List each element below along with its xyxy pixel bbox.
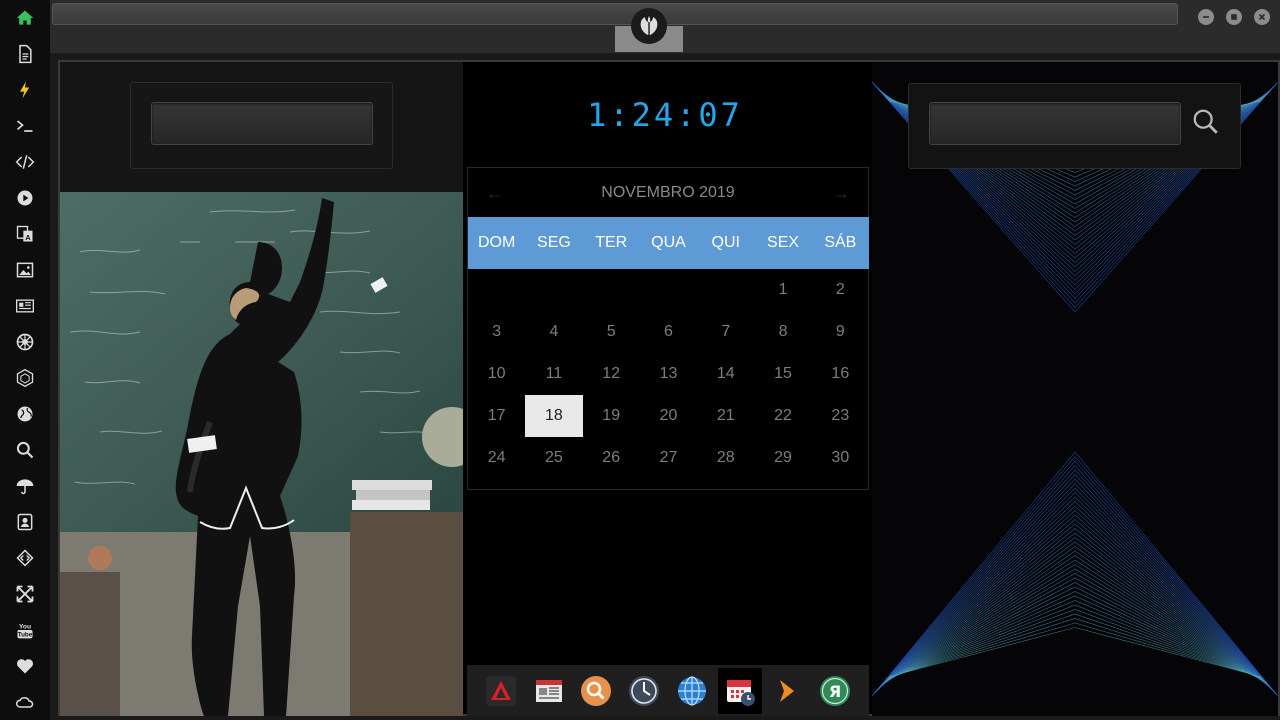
code-diamond-icon[interactable] (13, 546, 37, 570)
document-icon[interactable] (13, 42, 37, 66)
calendar-day[interactable]: 22 (754, 395, 811, 437)
weekday-label: QUI (711, 234, 740, 251)
calendar-empty-cell (697, 269, 754, 311)
wallpaper-image (60, 192, 463, 716)
left-dock: A You Tube (0, 0, 50, 720)
calendar-day[interactable]: 12 (583, 353, 640, 395)
rebel-alliance-icon[interactable] (631, 8, 667, 44)
calendar-day[interactable]: 14 (697, 353, 754, 395)
svg-text:Tube: Tube (18, 632, 33, 639)
taskbar: Я (467, 665, 869, 716)
calendar-day[interactable]: 2 (812, 269, 869, 311)
galactic-empire-icon[interactable] (13, 330, 37, 354)
calendar-day[interactable]: 13 (640, 353, 697, 395)
newspaper-app-icon[interactable] (527, 668, 571, 714)
weekday-label: TER (595, 234, 628, 251)
calendar-day[interactable]: 29 (754, 437, 811, 479)
calendar-day[interactable]: 30 (812, 437, 869, 479)
minimize-button[interactable] (1198, 9, 1214, 25)
weekday-label: SEG (537, 234, 571, 251)
expand-icon[interactable] (13, 582, 37, 606)
weekday-label: QUA (651, 234, 686, 251)
play-icon[interactable] (13, 186, 37, 210)
clock-app-icon[interactable] (622, 668, 666, 714)
calendar-next-button[interactable]: → (832, 183, 850, 204)
svg-text:Я: Я (829, 682, 841, 701)
weekday-label: DOM (477, 234, 516, 251)
calendar-day[interactable]: 19 (583, 395, 640, 437)
calendar-week-row: 12 (468, 269, 869, 311)
calendar-empty-cell (583, 269, 640, 311)
translate-icon[interactable]: A (13, 222, 37, 246)
calendar-empty-cell (640, 269, 697, 311)
home-icon[interactable] (13, 6, 37, 30)
calendar-prev-button[interactable]: ← (486, 183, 504, 204)
arrow-app-icon[interactable] (765, 668, 809, 714)
globe-icon[interactable] (13, 402, 37, 426)
terminal-icon[interactable] (13, 114, 37, 138)
youtube-icon[interactable]: You Tube (13, 618, 37, 642)
calendar-day[interactable]: 6 (640, 311, 697, 353)
calendar-day[interactable]: 7 (697, 311, 754, 353)
calendar-day[interactable]: 1 (754, 269, 811, 311)
news-icon[interactable] (13, 294, 37, 318)
maximize-button[interactable] (1226, 9, 1242, 25)
close-button[interactable] (1254, 9, 1270, 25)
heart-icon[interactable] (13, 654, 37, 678)
calendar-day[interactable]: 16 (812, 353, 869, 395)
code-icon[interactable] (13, 150, 37, 174)
calendar-week-row: 10 11 12 13 14 15 16 (468, 353, 869, 395)
lightning-icon[interactable] (13, 78, 37, 102)
search-icon[interactable] (13, 438, 37, 462)
image-icon[interactable] (13, 258, 37, 282)
weekday-label: SEX (767, 234, 800, 251)
contacts-icon[interactable] (13, 510, 37, 534)
right-search-input[interactable] (929, 102, 1181, 145)
calendar-day[interactable]: 28 (697, 437, 754, 479)
hexagon-icon[interactable] (13, 366, 37, 390)
title-bar (50, 0, 1280, 54)
calendar-day[interactable]: 17 (468, 395, 525, 437)
calendar-day[interactable]: 21 (697, 395, 754, 437)
calendar-day[interactable]: 20 (640, 395, 697, 437)
calendar-week-row: 24 25 26 27 28 29 30 (468, 437, 869, 479)
calendar-week-row: 3456789 (468, 311, 869, 353)
weekday-label: SÁB (824, 234, 857, 251)
calendar-header: ← NOVEMBRO 2019 → (468, 168, 868, 218)
cloud-icon[interactable] (13, 690, 37, 714)
calendar-day[interactable]: 4 (525, 311, 582, 353)
calendar-day[interactable]: 27 (640, 437, 697, 479)
calendar-day[interactable]: 5 (583, 311, 640, 353)
calendar-day[interactable]: 3 (468, 311, 525, 353)
calendar-week-row: 17 18 19 20 21 22 23 (468, 395, 869, 437)
calendar-month-label: NOVEMBRO 2019 (601, 184, 735, 201)
calendar-day[interactable]: 8 (754, 311, 811, 353)
yandex-app-icon[interactable]: Я (813, 668, 857, 714)
calendar-day[interactable]: 25 (525, 437, 582, 479)
calendar-widget: ← NOVEMBRO 2019 → DOM SEG TER QUA QUI SE… (467, 167, 869, 490)
red-triangle-app-icon[interactable] (479, 668, 523, 714)
calendar-weekday-row: DOM SEG TER QUA QUI SEX SÁB (468, 217, 869, 269)
search-icon[interactable] (1190, 106, 1222, 138)
calendar-day[interactable]: 15 (754, 353, 811, 395)
svg-text:You: You (19, 623, 31, 630)
calendar-day[interactable]: 18 (525, 395, 583, 437)
calendar-app-icon[interactable] (717, 667, 762, 714)
calendar-day[interactable]: 10 (468, 353, 525, 395)
calendar-day[interactable]: 23 (812, 395, 869, 437)
left-search-input[interactable] (151, 102, 373, 145)
calendar-empty-cell (525, 269, 582, 311)
search-app-icon[interactable] (574, 668, 618, 714)
umbrella-icon[interactable] (13, 474, 37, 498)
svg-text:A: A (25, 233, 31, 242)
digital-clock: 1:24:07 (587, 96, 743, 134)
calendar-empty-cell (468, 269, 525, 311)
calendar-day[interactable]: 24 (468, 437, 525, 479)
calendar-day-grid: 1 2 3 4 5 6 7 8 9 10 11 12 13 14 15 16 17 18 19 20 21 22 23 24 2… (468, 269, 869, 479)
globe-app-icon[interactable] (670, 668, 714, 714)
calendar-day[interactable]: 26 (583, 437, 640, 479)
calendar-day[interactable]: 11 (525, 353, 582, 395)
title-bar-field[interactable] (52, 3, 1178, 25)
calendar-day[interactable]: 9 (812, 311, 869, 353)
